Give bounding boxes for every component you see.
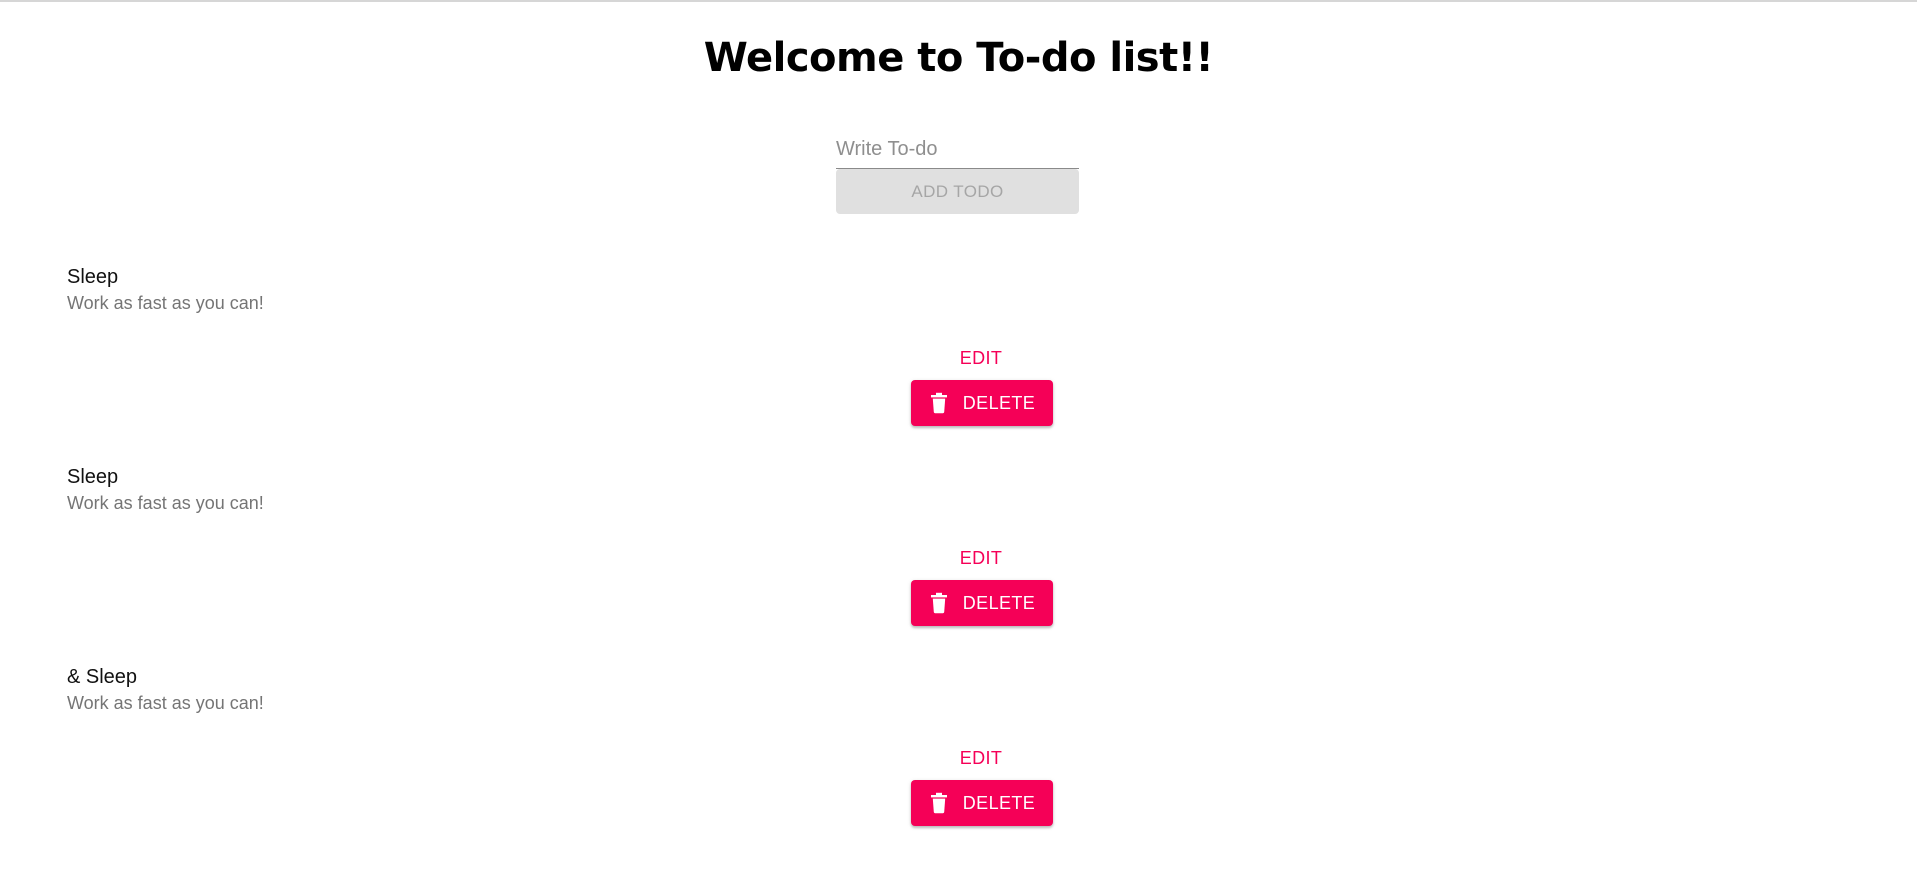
todo-list: Sleep Work as fast as you can! EDIT DELE… xyxy=(0,262,1917,862)
page-title: Welcome to To-do list!! xyxy=(703,35,1214,81)
delete-label: DELETE xyxy=(962,392,1036,413)
todo-item: Sleep Work as fast as you can! EDIT DELE… xyxy=(0,462,1917,662)
todo-description: Work as fast as you can! xyxy=(67,493,264,513)
trash-icon xyxy=(929,592,949,614)
edit-button[interactable]: EDIT xyxy=(931,543,1031,573)
trash-icon xyxy=(929,792,949,814)
delete-button[interactable]: DELETE xyxy=(911,780,1053,826)
todo-input[interactable] xyxy=(836,132,1079,169)
todo-title: & Sleep xyxy=(67,666,138,688)
edit-button[interactable]: EDIT xyxy=(931,343,1031,373)
todo-description: Work as fast as you can! xyxy=(67,693,264,713)
todo-title: Sleep xyxy=(67,266,119,288)
delete-label: DELETE xyxy=(962,592,1036,613)
delete-button[interactable]: DELETE xyxy=(911,580,1053,626)
trash-icon xyxy=(929,392,949,414)
top-divider xyxy=(0,0,1917,2)
add-todo-button[interactable]: ADD TODO xyxy=(836,169,1079,214)
delete-button[interactable]: DELETE xyxy=(911,380,1053,426)
edit-button[interactable]: EDIT xyxy=(931,743,1031,773)
todo-description: Work as fast as you can! xyxy=(67,293,264,313)
todo-item: & Sleep Work as fast as you can! EDIT DE… xyxy=(0,662,1917,862)
page: Welcome to To-do list!! ADD TODO Sleep W… xyxy=(0,0,1917,896)
add-todo-form: ADD TODO xyxy=(836,132,1079,214)
delete-label: DELETE xyxy=(962,792,1036,813)
todo-title: Sleep xyxy=(67,466,119,488)
todo-item: Sleep Work as fast as you can! EDIT DELE… xyxy=(0,262,1917,462)
